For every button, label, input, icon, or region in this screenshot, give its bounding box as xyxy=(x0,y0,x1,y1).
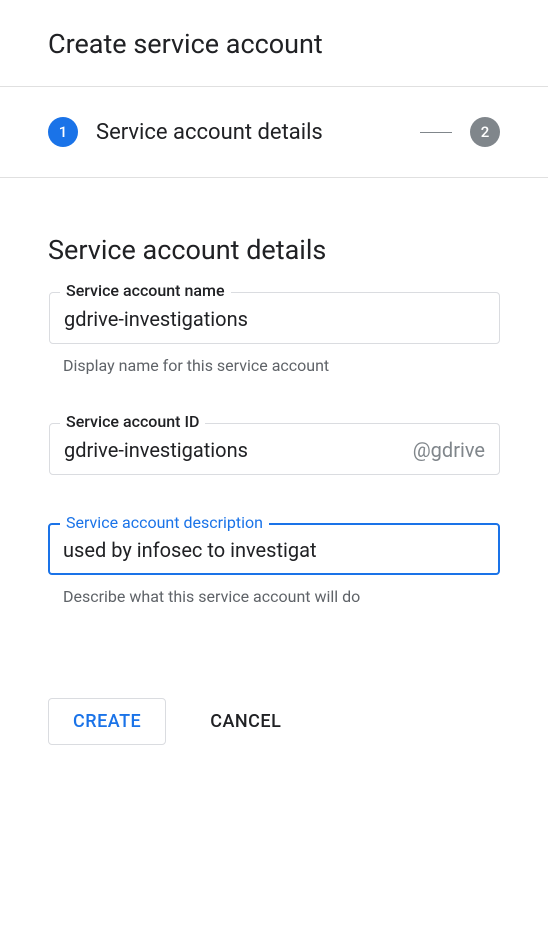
form-content: Service account details Service account … xyxy=(0,178,548,660)
id-field-label: Service account ID xyxy=(60,412,205,431)
page-header: Create service account xyxy=(0,0,548,87)
id-input[interactable] xyxy=(64,438,413,462)
name-field[interactable]: Service account name xyxy=(49,292,500,344)
description-input[interactable] xyxy=(63,538,317,562)
id-field-group: Service account ID @gdrive xyxy=(48,423,500,475)
step-divider xyxy=(420,132,452,133)
name-input[interactable] xyxy=(64,307,485,331)
step-1-number: 1 xyxy=(59,123,68,141)
step-1-circle[interactable]: 1 xyxy=(48,117,78,147)
stepper: 1 Service account details 2 xyxy=(0,87,548,178)
name-field-group: Service account name Display name for th… xyxy=(48,292,500,375)
step-2-number: 2 xyxy=(481,123,490,141)
page-title: Create service account xyxy=(48,28,500,60)
description-helper: Describe what this service account will … xyxy=(48,587,500,606)
step-2-circle[interactable]: 2 xyxy=(470,117,500,147)
cancel-button[interactable]: CANCEL xyxy=(202,699,289,744)
id-suffix: @gdrive xyxy=(413,438,485,462)
create-button[interactable]: CREATE xyxy=(48,698,166,745)
description-field-label: Service account description xyxy=(60,513,269,532)
description-field-group: Service account description Describe wha… xyxy=(48,523,500,606)
step-1-label: Service account details xyxy=(96,120,402,145)
section-title: Service account details xyxy=(48,234,500,266)
action-bar: CREATE CANCEL xyxy=(0,660,548,783)
name-helper: Display name for this service account xyxy=(48,356,500,375)
id-field[interactable]: Service account ID @gdrive xyxy=(49,423,500,475)
description-field[interactable]: Service account description xyxy=(48,523,500,575)
name-field-label: Service account name xyxy=(60,281,231,300)
